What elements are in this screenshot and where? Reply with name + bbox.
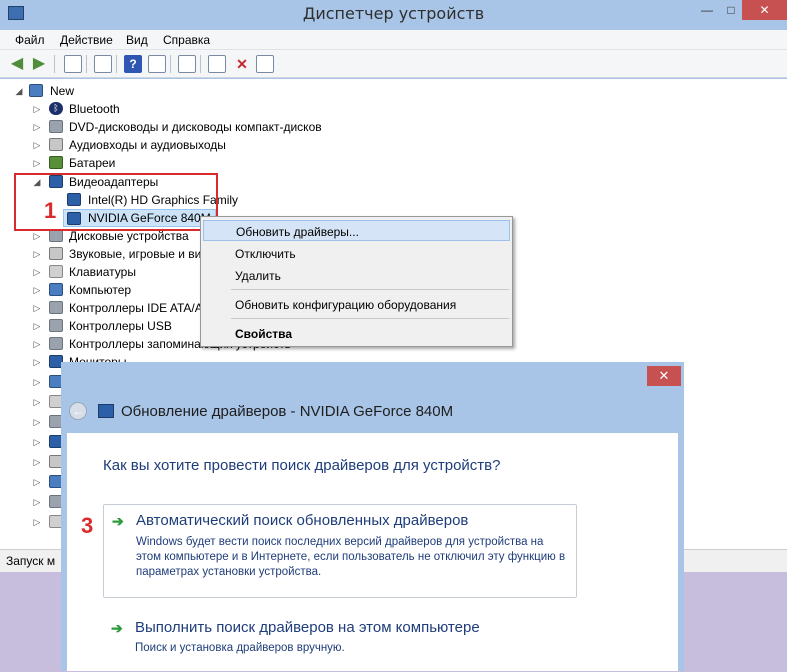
expand-arrow-icon[interactable]: ▷ <box>32 335 42 353</box>
annotation-3: 3 <box>81 513 94 538</box>
display-adapter-icon <box>98 404 114 418</box>
computer-icon <box>29 84 43 97</box>
ide-controller-icon <box>49 301 63 314</box>
battery-icon <box>49 156 63 169</box>
expand-arrow-icon[interactable]: ▷ <box>32 317 42 335</box>
audio-io-icon <box>49 138 63 151</box>
storage-controller-icon <box>49 337 63 350</box>
dialog-title: Обновление драйверов - NVIDIA GeForce 84… <box>121 403 454 420</box>
expand-arrow-icon[interactable]: ▷ <box>32 513 42 531</box>
window-title: Диспетчер устройств <box>302 4 485 23</box>
expand-arrow-icon[interactable]: ▷ <box>32 493 42 511</box>
expand-arrow-icon[interactable]: ▷ <box>32 473 42 491</box>
expand-arrow-icon[interactable]: ▷ <box>32 433 42 451</box>
dialog-body: Как вы хотите провести поиск драйверов д… <box>67 433 678 671</box>
help-icon[interactable]: ? <box>124 55 142 73</box>
menu-action[interactable]: Действие <box>60 33 113 47</box>
menu-properties[interactable]: Свойства <box>203 323 510 344</box>
expand-arrow-icon[interactable]: ▷ <box>32 154 42 172</box>
dialog-question: Как вы хотите провести поиск драйверов д… <box>103 457 501 474</box>
view-list-icon[interactable] <box>94 55 112 73</box>
expand-arrow-icon[interactable]: ▷ <box>32 453 42 471</box>
driver-update-dialog: ✕ ← Обновление драйверов - NVIDIA GeForc… <box>61 362 684 671</box>
green-arrow-icon: ➔ <box>112 513 124 529</box>
menu-help[interactable]: Справка <box>163 33 210 47</box>
menu-bar: Файл Действие Вид Справка <box>0 30 787 50</box>
bluetooth-icon: ᛒ <box>49 102 63 115</box>
properties-icon[interactable] <box>64 55 82 73</box>
menu-disable[interactable]: Отключить <box>203 243 510 264</box>
scan-hardware-icon[interactable] <box>178 55 196 73</box>
enable-device-icon[interactable] <box>256 55 274 73</box>
green-arrow-icon: ➔ <box>111 620 123 636</box>
usb-controller-icon <box>49 319 63 332</box>
expand-arrow-icon[interactable]: ▷ <box>32 136 42 154</box>
uninstall-icon[interactable]: ✕ <box>233 55 251 73</box>
expand-arrow-icon[interactable]: ▷ <box>32 281 42 299</box>
update-driver-icon[interactable] <box>208 55 226 73</box>
expand-arrow-icon[interactable]: ▷ <box>32 245 42 263</box>
menu-uninstall[interactable]: Удалить <box>203 265 510 286</box>
expand-arrow-icon[interactable]: ▷ <box>32 118 42 136</box>
maximize-button[interactable]: □ <box>720 0 742 20</box>
menu-update-drivers[interactable]: Обновить драйверы... <box>203 220 510 241</box>
expand-arrow-icon[interactable]: ▷ <box>32 373 42 391</box>
toolbar: ◀ ▶ ? ✕ <box>0 50 787 78</box>
context-menu: Обновить драйверы... Отключить Удалить О… <box>200 216 513 347</box>
status-text: Запуск м <box>6 554 56 568</box>
dialog-close-button[interactable]: ✕ <box>647 366 681 386</box>
expand-arrow-icon[interactable]: ▷ <box>32 353 42 371</box>
back-arrow-icon[interactable]: ◀ <box>8 55 26 73</box>
back-arrow-icon[interactable]: ← <box>69 402 87 420</box>
menu-scan-hardware[interactable]: Обновить конфигурацию оборудования <box>203 294 510 315</box>
expand-arrow-icon[interactable]: ▷ <box>32 263 42 281</box>
dvd-drive-icon <box>49 120 63 133</box>
sound-icon <box>49 247 63 260</box>
menu-view[interactable]: Вид <box>126 33 148 47</box>
minimize-button[interactable]: — <box>694 0 720 20</box>
expand-arrow-icon[interactable]: ▷ <box>32 393 42 411</box>
expand-arrow-icon[interactable]: ▷ <box>32 413 42 431</box>
forward-arrow-icon[interactable]: ▶ <box>30 55 48 73</box>
option-browse-computer[interactable]: ➔ Выполнить поиск драйверов на этом комп… <box>103 612 577 672</box>
close-button[interactable]: ✕ <box>742 0 787 20</box>
option-auto-search[interactable]: ➔ Автоматический поиск обновленных драйв… <box>103 504 577 598</box>
show-hidden-icon[interactable] <box>148 55 166 73</box>
expand-arrow-icon[interactable]: ▷ <box>32 100 42 118</box>
expand-arrow-icon[interactable]: ▷ <box>32 299 42 317</box>
collapse-arrow-icon[interactable]: ◢ <box>14 82 24 100</box>
computer-icon <box>49 283 63 296</box>
annotation-1: 1 <box>44 198 57 223</box>
keyboard-icon <box>49 265 63 278</box>
menu-file[interactable]: Файл <box>15 33 45 47</box>
